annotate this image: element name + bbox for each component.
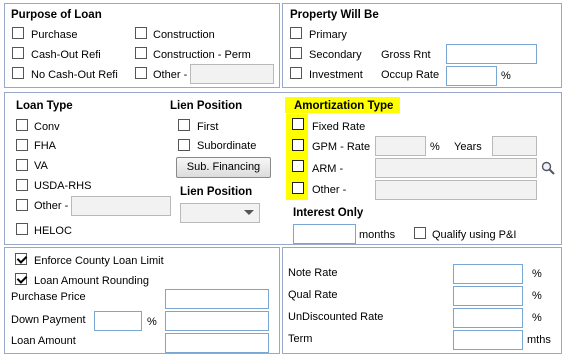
magnifier-icon[interactable] bbox=[541, 161, 555, 175]
arm-input[interactable] bbox=[375, 158, 537, 178]
interest-only-months-input[interactable] bbox=[293, 224, 356, 244]
undiscounted-rate-percent: % bbox=[532, 312, 542, 324]
qualify-pi-label: Qualify using P&I bbox=[432, 229, 517, 241]
months-label: months bbox=[359, 229, 396, 241]
note-rate-label: Note Rate bbox=[288, 267, 338, 279]
conv-label: Conv bbox=[34, 121, 60, 133]
usda-rhs-checkbox[interactable] bbox=[16, 179, 28, 191]
loan-amount-label: Loan Amount bbox=[11, 335, 76, 347]
qual-rate-input[interactable] bbox=[453, 286, 523, 306]
loan-type-other-label: Other - bbox=[34, 200, 69, 212]
lien-position-dropdown-title: Lien Position bbox=[180, 186, 253, 198]
term-label: Term bbox=[288, 333, 313, 345]
term-mths: mths bbox=[527, 334, 551, 346]
purpose-other-label: Other - bbox=[153, 69, 188, 81]
years-label: Years bbox=[454, 141, 482, 153]
years-input[interactable] bbox=[492, 136, 537, 156]
amortization-other-checkbox[interactable] bbox=[292, 182, 304, 194]
note-rate-input[interactable] bbox=[453, 264, 523, 284]
loan-type-other-input[interactable] bbox=[71, 196, 171, 216]
fha-checkbox[interactable] bbox=[16, 139, 28, 151]
arm-checkbox[interactable] bbox=[292, 160, 304, 172]
no-cash-out-refi-label: No Cash-Out Refi bbox=[31, 69, 118, 81]
subordinate-label: Subordinate bbox=[197, 140, 257, 152]
property-title: Property Will Be bbox=[290, 9, 379, 21]
sub-financing-button[interactable]: Sub. Financing bbox=[176, 157, 271, 178]
fixed-rate-label: Fixed Rate bbox=[312, 121, 366, 133]
amortization-title: Amortization Type bbox=[294, 100, 394, 112]
subordinate-checkbox[interactable] bbox=[178, 139, 190, 151]
purchase-price-input[interactable] bbox=[165, 289, 269, 309]
purpose-other-input[interactable] bbox=[190, 64, 274, 84]
gross-rnt-label: Gross Rnt bbox=[381, 49, 431, 61]
qual-rate-label: Qual Rate bbox=[288, 289, 338, 301]
qualify-pi-checkbox[interactable] bbox=[414, 227, 426, 239]
first-lien-checkbox[interactable] bbox=[178, 119, 190, 131]
fixed-rate-checkbox[interactable] bbox=[292, 118, 304, 130]
down-payment-pct-input[interactable] bbox=[94, 311, 142, 331]
purpose-other-checkbox[interactable] bbox=[135, 67, 147, 79]
gross-rnt-input[interactable] bbox=[446, 44, 537, 64]
undiscounted-rate-input[interactable] bbox=[453, 308, 523, 328]
loan-amount-input[interactable] bbox=[165, 333, 269, 353]
interest-only-title: Interest Only bbox=[293, 207, 364, 219]
amortization-other-label: Other - bbox=[312, 184, 347, 196]
enforce-county-limit-checkbox[interactable] bbox=[15, 253, 27, 265]
cash-out-refi-checkbox[interactable] bbox=[12, 47, 24, 59]
enforce-county-limit-label: Enforce County Loan Limit bbox=[34, 255, 164, 267]
purchase-price-label: Purchase Price bbox=[11, 291, 86, 303]
primary-label: Primary bbox=[309, 29, 347, 41]
heloc-label: HELOC bbox=[34, 225, 72, 237]
lien-position-select[interactable] bbox=[180, 203, 260, 223]
purpose-title: Purpose of Loan bbox=[11, 9, 102, 21]
down-payment-percent: % bbox=[147, 316, 157, 328]
loan-amount-rounding-checkbox[interactable] bbox=[15, 273, 27, 285]
investment-checkbox[interactable] bbox=[290, 67, 302, 79]
gpm-rate-label: GPM - Rate bbox=[312, 141, 371, 153]
arm-label: ARM - bbox=[312, 163, 344, 175]
cash-out-refi-label: Cash-Out Refi bbox=[31, 49, 101, 61]
construction-checkbox[interactable] bbox=[135, 27, 147, 39]
secondary-checkbox[interactable] bbox=[290, 47, 302, 59]
construction-perm-checkbox[interactable] bbox=[135, 47, 147, 59]
loan-amount-rounding-label: Loan Amount Rounding bbox=[34, 275, 149, 287]
loan-type-other-checkbox[interactable] bbox=[16, 199, 28, 211]
occup-rate-label: Occup Rate bbox=[381, 69, 440, 81]
down-payment-input[interactable] bbox=[165, 311, 269, 331]
va-checkbox[interactable] bbox=[16, 159, 28, 171]
fha-label: FHA bbox=[34, 140, 56, 152]
construction-perm-label: Construction - Perm bbox=[153, 49, 251, 61]
qual-rate-percent: % bbox=[532, 290, 542, 302]
undiscounted-rate-label: UnDiscounted Rate bbox=[288, 311, 384, 323]
gpm-rate-percent: % bbox=[430, 141, 440, 153]
first-lien-label: First bbox=[197, 121, 219, 133]
conv-checkbox[interactable] bbox=[16, 119, 28, 131]
va-label: VA bbox=[34, 160, 48, 172]
down-payment-label: Down Payment bbox=[11, 314, 86, 326]
gpm-rate-input[interactable] bbox=[375, 136, 426, 156]
chevron-down-icon bbox=[244, 210, 254, 215]
note-rate-percent: % bbox=[532, 268, 542, 280]
primary-checkbox[interactable] bbox=[290, 27, 302, 39]
purchase-checkbox[interactable] bbox=[12, 27, 24, 39]
purchase-label: Purchase bbox=[31, 29, 78, 41]
lien-position-title: Lien Position bbox=[170, 100, 243, 112]
usda-rhs-label: USDA-RHS bbox=[34, 180, 92, 192]
no-cash-out-refi-checkbox[interactable] bbox=[12, 67, 24, 79]
occup-rate-input[interactable] bbox=[446, 66, 497, 86]
construction-label: Construction bbox=[153, 29, 215, 41]
heloc-checkbox[interactable] bbox=[16, 223, 28, 235]
loan-type-title: Loan Type bbox=[16, 100, 73, 112]
occup-rate-percent: % bbox=[501, 70, 511, 82]
amortization-other-input[interactable] bbox=[375, 180, 537, 200]
investment-label: Investment bbox=[309, 69, 363, 81]
gpm-rate-checkbox[interactable] bbox=[292, 139, 304, 151]
secondary-label: Secondary bbox=[309, 49, 362, 61]
term-input[interactable] bbox=[453, 330, 523, 350]
